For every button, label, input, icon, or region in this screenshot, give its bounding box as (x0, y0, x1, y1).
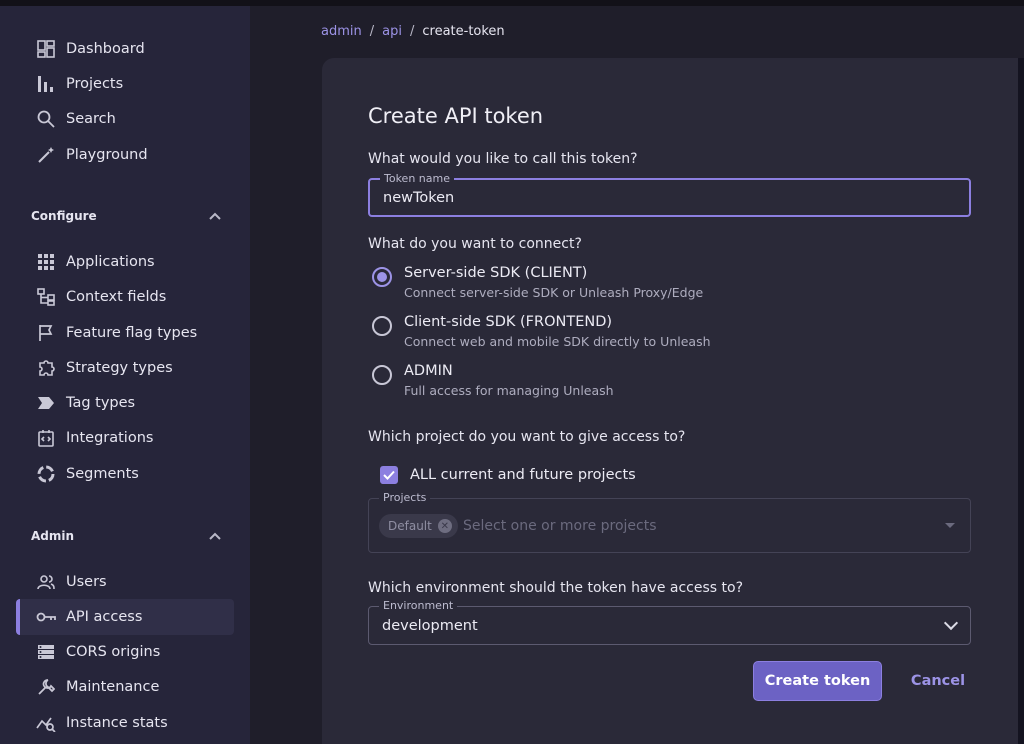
sidebar-item-label: Maintenance (66, 679, 160, 695)
sidebar-item-label: Integrations (66, 430, 154, 446)
sidebar-item-maintenance[interactable]: Maintenance (16, 669, 234, 705)
option-title: Server-side SDK (CLIENT) (404, 265, 588, 281)
check-icon (383, 470, 395, 480)
sidebar-item-label: Feature flag types (66, 325, 198, 341)
projects-placeholder: Select one or more projects (463, 518, 657, 534)
option-description: Connect server-side SDK or Unleash Proxy… (404, 285, 704, 300)
page-title: Create API token (368, 104, 544, 128)
sidebar-item-feature-flag-types[interactable]: Feature flag types (16, 315, 234, 351)
breadcrumb: admin / api / create-token (321, 24, 505, 39)
sidebar-item-label: Projects (66, 76, 124, 92)
flag-icon (36, 323, 56, 343)
dashboard-icon (36, 39, 56, 59)
tag-icon (36, 393, 56, 413)
sidebar-item-label: Applications (66, 254, 155, 270)
breadcrumb-link-api[interactable]: api (382, 24, 402, 39)
sidebar-item-label: Search (66, 111, 116, 127)
sidebar-item-label: Playground (66, 147, 148, 163)
sidebar-item-projects[interactable]: Projects (16, 66, 234, 102)
option-title: ADMIN (404, 363, 453, 379)
connect-question: What do you want to connect? (368, 236, 582, 252)
admin-section-toggle[interactable]: Admin (31, 529, 221, 543)
integrations-icon (36, 428, 56, 448)
environment-label: Environment (379, 599, 458, 612)
token-name-label: Token name (380, 172, 454, 185)
option-server-side-sdk[interactable]: Server-side SDK (CLIENT) Connect server-… (372, 265, 703, 300)
option-client-side-sdk[interactable]: Client-side SDK (FRONTEND) Connect web a… (372, 314, 711, 349)
search-icon (36, 109, 56, 129)
option-admin[interactable]: ADMIN Full access for managing Unleash (372, 363, 614, 398)
sidebar-item-cors-origins[interactable]: CORS origins (16, 634, 234, 670)
sidebar-item-search[interactable]: Search (16, 101, 234, 137)
sidebar-item-applications[interactable]: Applications (16, 244, 234, 280)
sidebar-item-label: Context fields (66, 289, 167, 305)
projects-select: Projects (368, 491, 971, 553)
option-description: Full access for managing Unleash (404, 383, 614, 398)
token-name-question: What would you like to call this token? (368, 151, 638, 167)
playground-icon (36, 145, 56, 165)
sidebar-item-label: Tag types (66, 395, 136, 411)
sidebar-item-tag-types[interactable]: Tag types (16, 385, 234, 421)
sidebar-item-integrations[interactable]: Integrations (16, 420, 234, 456)
close-icon: ✕ (437, 519, 452, 533)
users-icon (36, 572, 56, 592)
breadcrumb-current: create-token (422, 24, 505, 39)
stats-icon (36, 713, 56, 733)
project-chip-default: Default ✕ (379, 514, 458, 538)
environment-value: development (382, 617, 478, 634)
project-question: Which project do you want to give access… (368, 429, 686, 445)
radio-checked[interactable] (372, 267, 392, 287)
sidebar-item-label: CORS origins (66, 644, 161, 660)
projects-label: Projects (379, 491, 431, 504)
configure-section-toggle[interactable]: Configure (31, 209, 221, 223)
cors-icon (36, 642, 56, 662)
sidebar-item-api-access[interactable]: API access (16, 599, 234, 635)
radio-unchecked[interactable] (372, 316, 392, 336)
sidebar-item-segments[interactable]: Segments (16, 456, 234, 492)
option-description: Connect web and mobile SDK directly to U… (404, 334, 711, 349)
breadcrumb-separator: / (369, 24, 375, 39)
cancel-button[interactable]: Cancel (900, 661, 976, 701)
environment-question: Which environment should the token have … (368, 580, 744, 596)
sidebar-item-dashboard[interactable]: Dashboard (16, 31, 234, 67)
sidebar-item-label: Instance stats (66, 715, 168, 731)
dropdown-arrow-icon (945, 523, 955, 528)
token-name-value: newToken (383, 189, 455, 206)
sidebar: Dashboard Projects Search Playground Con… (0, 6, 250, 744)
admin-section-title: Admin (31, 529, 75, 543)
sidebar-item-label: Dashboard (66, 41, 145, 57)
sidebar-item-label: Strategy types (66, 360, 173, 376)
sidebar-item-context-fields[interactable]: Context fields (16, 279, 234, 315)
scrollbar-track[interactable] (1018, 58, 1024, 744)
all-projects-label[interactable]: ALL current and future projects (410, 467, 636, 483)
sidebar-item-instance-stats[interactable]: Instance stats (16, 705, 234, 741)
environment-select[interactable]: Environment development (368, 599, 971, 645)
sidebar-item-strategy-types[interactable]: Strategy types (16, 350, 234, 386)
radio-unchecked[interactable] (372, 365, 392, 385)
applications-icon (36, 252, 56, 272)
all-projects-checkbox[interactable] (380, 466, 398, 484)
sidebar-item-playground[interactable]: Playground (16, 137, 234, 173)
key-icon (36, 607, 56, 627)
configure-section-title: Configure (31, 209, 97, 223)
token-name-field[interactable]: Token name newToken (368, 172, 971, 217)
breadcrumb-link-admin[interactable]: admin (321, 24, 362, 39)
sidebar-item-label: Segments (66, 466, 139, 482)
strategy-icon (36, 358, 56, 378)
sidebar-item-label: API access (66, 609, 143, 625)
breadcrumb-separator: / (409, 24, 415, 39)
sidebar-item-users[interactable]: Users (16, 564, 234, 600)
chevron-up-icon (209, 529, 221, 543)
wrench-icon (36, 677, 56, 697)
create-token-button[interactable]: Create token (753, 661, 882, 701)
projects-icon (36, 74, 56, 94)
context-fields-icon (36, 287, 56, 307)
segments-icon (36, 464, 56, 484)
sidebar-item-label: Users (66, 574, 107, 590)
chevron-up-icon (209, 209, 221, 223)
option-title: Client-side SDK (FRONTEND) (404, 314, 613, 330)
project-chip-label: Default (388, 519, 432, 533)
